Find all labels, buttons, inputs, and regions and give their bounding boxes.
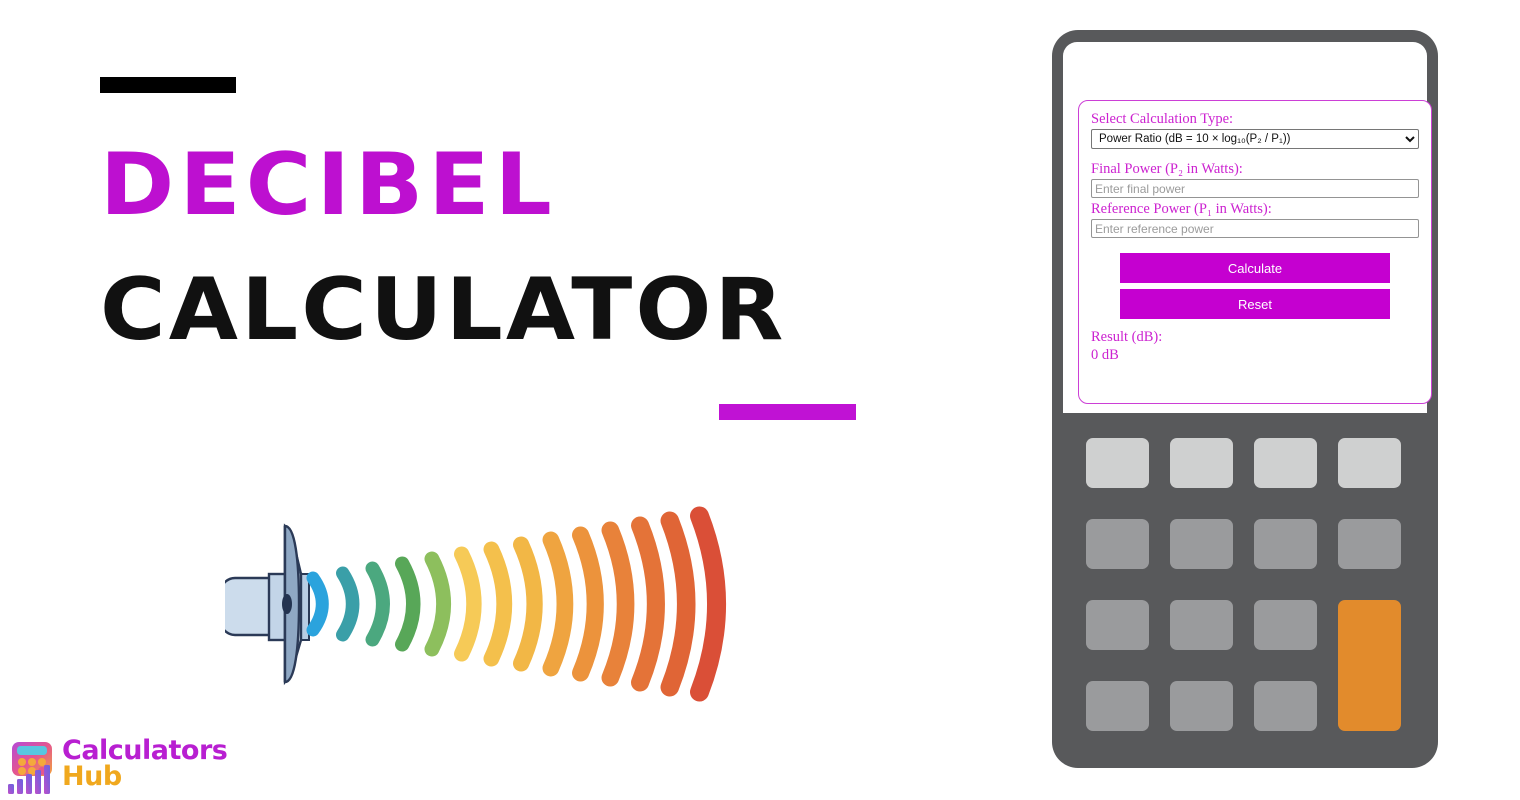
result-label: Result (dB): [1091,329,1163,345]
bottom-rule [719,404,856,420]
keypad-key[interactable] [1086,600,1149,650]
logo-text-line-1: Calculators [62,735,228,766]
keypad-key[interactable] [1254,519,1317,569]
final-power-label: Final Power (P₂ in Watts): [1091,161,1243,177]
calculator-device: Select Calculation Type: Power Ratio (dB… [1052,30,1438,768]
sound-wave-arc [424,551,452,657]
keypad-key[interactable] [1338,600,1401,731]
device-screen: Select Calculation Type: Power Ratio (dB… [1063,42,1432,413]
keypad-key[interactable] [1170,519,1233,569]
logo-text-line-2: Hub [62,760,122,792]
sound-wave-arc [483,541,513,667]
keypad-key[interactable] [1170,681,1233,731]
sound-wave-arc [512,536,543,672]
keypad-key[interactable] [1086,681,1149,731]
final-power-input[interactable] [1091,179,1419,198]
sound-wave-arc [336,566,360,642]
decibel-calculator-form: Select Calculation Type: Power Ratio (dB… [1078,100,1432,404]
keypad-key[interactable] [1086,438,1149,488]
sound-wave-arc [572,526,604,682]
sound-wave-arc [660,511,696,697]
sound-wave-arc [394,556,421,652]
sound-wave-arc [542,531,574,677]
keypad-key[interactable] [1254,681,1317,731]
sound-wave-arc [365,561,390,647]
sound-wave-arc [306,571,329,637]
sound-wave-arc [630,516,665,692]
calculation-type-label: Select Calculation Type: [1091,111,1234,127]
calculation-type-select[interactable]: Power Ratio (dB = 10 × log₁₀(P₂ / P₁)) [1091,129,1419,149]
sound-wave-arc [454,546,482,662]
calculate-button[interactable]: Calculate [1120,253,1390,283]
speaker-sound-waves-illustration [225,506,727,702]
result-value: 0 dB [1091,347,1119,364]
sound-wave-arc [601,521,635,687]
keypad-key[interactable] [1338,438,1401,488]
sound-wave-arc [690,506,727,702]
keypad-key[interactable] [1170,438,1233,488]
keypad-key[interactable] [1254,438,1317,488]
keypad-key[interactable] [1338,519,1401,569]
calculator-keypad [1086,438,1406,733]
reset-button[interactable]: Reset [1120,289,1390,319]
keypad-key[interactable] [1254,600,1317,650]
page-title-line-2: CALCULATOR [100,260,787,360]
reference-power-label: Reference Power (P₁ in Watts): [1091,201,1272,217]
reference-power-input[interactable] [1091,219,1419,238]
calculator-bar-chart-icon [8,742,52,794]
keypad-key[interactable] [1170,600,1233,650]
top-rule [100,77,236,93]
page-title-line-1: DECIBEL [100,135,557,235]
sound-wave-arcs [306,506,727,702]
keypad-key[interactable] [1086,519,1149,569]
brand-logo[interactable]: Calculators Hub [6,735,236,800]
speaker-icon [225,523,310,686]
promo-panel: DECIBEL CALCULATOR Calculators Hub [0,0,1020,800]
